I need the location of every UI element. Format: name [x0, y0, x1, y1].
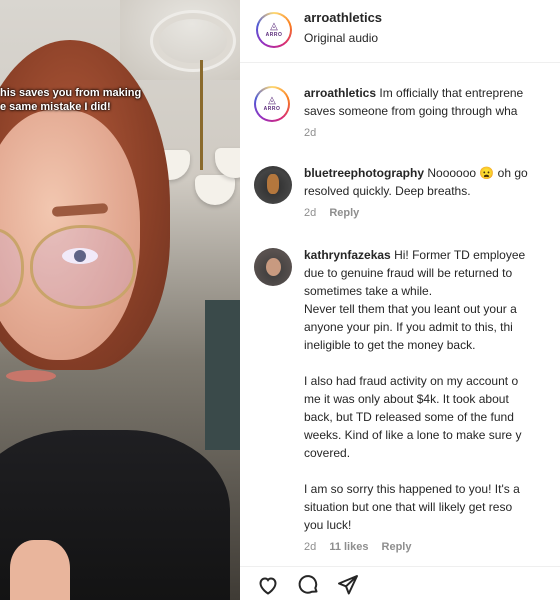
- share-icon[interactable]: [336, 573, 360, 597]
- comment-text: you luck!: [304, 518, 352, 532]
- heart-icon[interactable]: [256, 573, 280, 597]
- author-username[interactable]: arroathletics: [304, 10, 382, 25]
- arro-logo-icon: ◬: [270, 21, 278, 32]
- commenter-avatar[interactable]: [254, 166, 292, 204]
- comment-text: resolved quickly. Deep breaths.: [304, 184, 471, 198]
- arro-logo-icon: ◬: [268, 95, 276, 106]
- comments-panel: ◬ ARRO arroathletics Original audio ◬ AR…: [240, 0, 560, 600]
- likes-count[interactable]: 11 likes: [329, 541, 368, 553]
- post-header: ◬ ARRO arroathletics Original audio: [240, 0, 560, 63]
- comment-text: due to genuine fraud will be returned to: [304, 266, 513, 280]
- logo-text: ARRO: [263, 106, 281, 112]
- chandelier: [200, 60, 203, 170]
- comment-text: sometimes take a while.: [304, 284, 433, 298]
- comment-text: covered.: [304, 446, 351, 460]
- comment-text: situation but one that will likely get r…: [304, 500, 513, 514]
- caption-line: his saves you from making: [0, 87, 142, 99]
- commenter-avatar[interactable]: [254, 248, 292, 286]
- comment-username[interactable]: bluetreephotography: [304, 166, 424, 180]
- comment-username[interactable]: kathrynfazekas: [304, 248, 391, 262]
- reply-button[interactable]: Reply: [329, 207, 359, 219]
- comment-text: me it was only about $4k. It took about: [304, 392, 509, 406]
- lamp-shade: [195, 175, 235, 205]
- comment-text: Noooooo 😦 oh go: [427, 166, 528, 180]
- comment-text: back, but TD released some of the fund: [304, 410, 514, 424]
- comment-text: I am so sorry this happened to you! It's…: [304, 482, 520, 496]
- mouth: [6, 370, 56, 382]
- comment-username[interactable]: arroathletics: [304, 86, 376, 100]
- reply-button[interactable]: Reply: [382, 541, 412, 553]
- caption-line: e same mistake I did!: [0, 101, 111, 113]
- audio-label[interactable]: Original audio: [304, 31, 378, 45]
- ceiling-rose: [150, 10, 236, 72]
- video-caption: his saves you from making e same mistake…: [0, 86, 142, 114]
- comment-time: 2d: [304, 127, 317, 139]
- comment-text: I also had fraud activity on my account …: [304, 374, 519, 388]
- comment-text: weeks. Kind of like a lone to make sure …: [304, 428, 522, 442]
- hands: [10, 540, 70, 600]
- comment-text: Never tell them that you leant out your …: [304, 302, 517, 316]
- glasses-lens: [30, 225, 136, 309]
- comment-text: Hi! Former TD employee: [394, 248, 526, 262]
- video-frame[interactable]: his saves you from making e same mistake…: [0, 0, 240, 600]
- door: [205, 300, 240, 450]
- commenter-avatar[interactable]: ◬ ARRO: [254, 86, 290, 122]
- comment-text: ineligible to get the money back.: [304, 338, 476, 352]
- comment-text: saves someone from going through wha: [304, 104, 518, 118]
- comment-time: 2d: [304, 541, 317, 553]
- lamp-shade: [215, 148, 240, 178]
- author-avatar[interactable]: ◬ ARRO: [256, 12, 292, 48]
- comment-icon[interactable]: [296, 573, 320, 597]
- comment: kathrynfazekas Hi! Former TD employee du…: [240, 246, 560, 553]
- action-bar: [240, 566, 560, 600]
- comment-text: Im officially that entreprene: [379, 86, 524, 100]
- comment-time: 2d: [304, 207, 317, 219]
- comment-text: anyone your pin. If you admit to this, t…: [304, 320, 513, 334]
- comment: bluetreephotography Noooooo 😦 oh go reso…: [240, 164, 560, 219]
- logo-text: ARRO: [265, 32, 283, 38]
